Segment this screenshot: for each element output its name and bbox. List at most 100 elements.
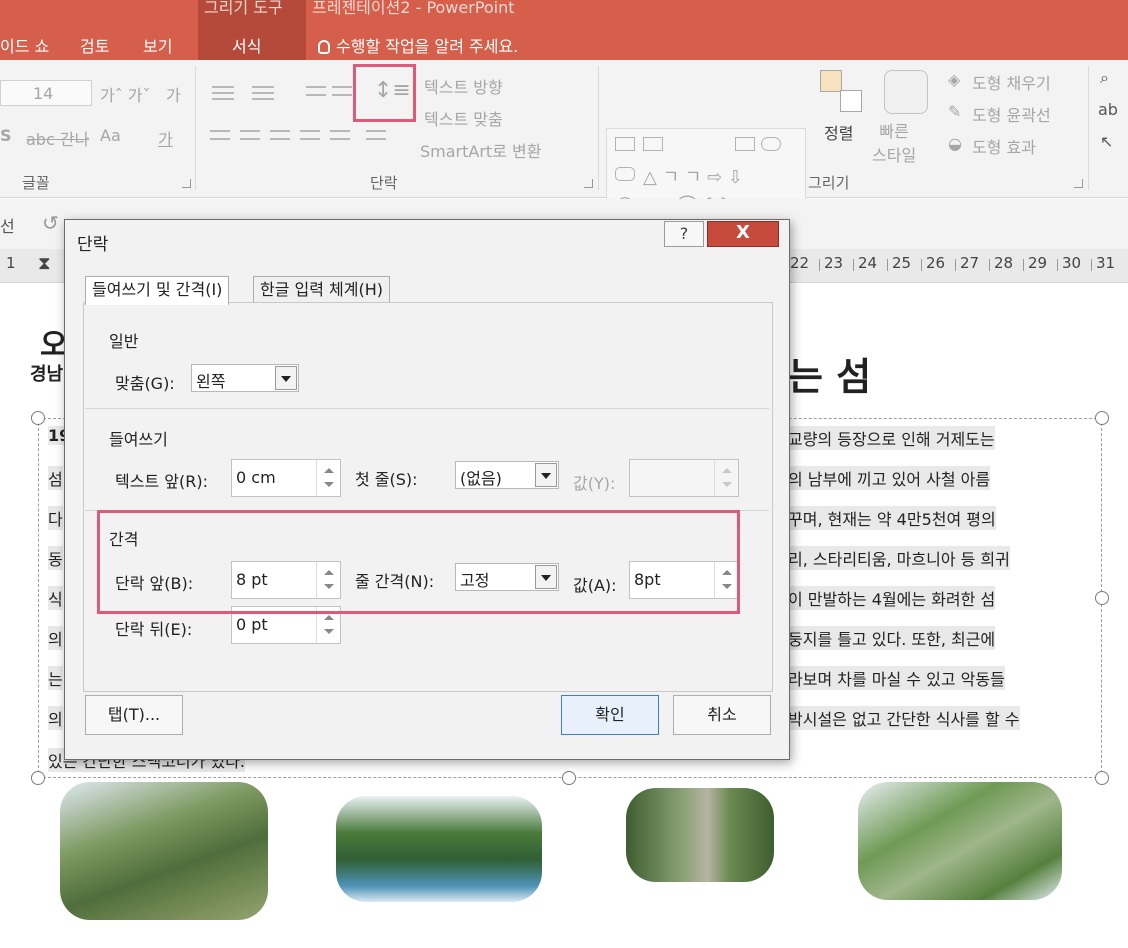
spacing-after-label: 단락 뒤(E): — [115, 620, 193, 639]
body-line: 꾸며, 현재는 약 4만5천여 평의 — [788, 506, 996, 530]
rounded-rect-shape-icon[interactable] — [615, 167, 635, 181]
indent-marker-icon[interactable]: ⧗ — [38, 253, 51, 274]
spinner-arrows-icon[interactable] — [316, 460, 340, 496]
oval-shape-icon[interactable] — [761, 137, 781, 151]
before-text-value: 0 cm — [236, 468, 276, 487]
group-separator — [195, 66, 196, 190]
tab-format[interactable]: 서식 — [232, 33, 261, 57]
island-photo — [336, 796, 542, 902]
resize-handle[interactable] — [562, 771, 576, 785]
body-left-fragment: 다 — [48, 506, 63, 530]
lightbulb-icon — [318, 40, 330, 54]
body-left-fragment: 식 — [48, 586, 63, 610]
resize-handle[interactable] — [31, 411, 45, 425]
resize-handle[interactable] — [1095, 771, 1109, 785]
close-button[interactable]: X — [707, 221, 779, 247]
alignment-value: 왼쪽 — [196, 372, 226, 391]
ruler-number: 26 — [926, 254, 946, 272]
ruler-number: 30 — [1062, 254, 1082, 272]
before-text-spinner[interactable]: 0 cm — [231, 459, 341, 497]
before-text-label: 텍스트 앞(R): — [115, 472, 208, 491]
cancel-button[interactable]: 취소 — [673, 695, 771, 735]
ruler-tick — [853, 259, 854, 271]
ruler-tick — [1057, 259, 1058, 271]
body-left-fragment: 섬 — [48, 466, 63, 490]
by-label: 값(Y): — [573, 474, 616, 493]
chevron-down-icon[interactable] — [535, 463, 557, 487]
island-photo — [60, 782, 268, 920]
text-direction-button[interactable]: 텍스트 방향 — [424, 74, 503, 98]
garden-stairs-photo — [626, 788, 774, 882]
qat-left-text: 선 — [0, 217, 15, 236]
triangle-shape-icon[interactable]: △ ㄱ ㄱ ⇨ ⇩ — [643, 163, 743, 189]
title-bar: 그리기 도구 프레젠테이션2 - PowerPoint 이드 쇼 검토 보기 서… — [0, 0, 1128, 60]
vertical-textbox-shape-icon[interactable] — [643, 137, 663, 151]
pencil-icon: ✎ — [948, 102, 962, 121]
quick-styles-button[interactable]: 빠른 스타일 — [872, 120, 916, 168]
drawing-launcher-icon[interactable] — [1074, 179, 1083, 188]
ruler-tick — [921, 259, 922, 271]
font-group-label: 글꼴 — [22, 174, 50, 192]
quick-styles-icon — [884, 70, 928, 114]
alignment-select[interactable]: 왼쪽 — [191, 364, 299, 392]
ribbon: 14 가ˆ 가ˇ 가 S abc 간나 Aa 가 글꼴 ↕≡ 텍스트 방향 텍스… — [0, 60, 1128, 222]
rectangle-shape-icon[interactable] — [735, 137, 755, 151]
resize-handle[interactable] — [1095, 411, 1109, 425]
help-icon: ? — [679, 224, 689, 243]
tab-view[interactable]: 보기 — [143, 33, 172, 57]
replace-icon[interactable]: ab — [1098, 100, 1118, 119]
select-icon[interactable]: ↖ — [1100, 132, 1113, 151]
shape-effects-button[interactable]: 도형 효과 — [972, 134, 1036, 158]
body-line: 이 만발하는 4월에는 화려한 섬 — [788, 586, 996, 610]
tell-me-box[interactable]: 수행할 작업을 알려 주세요. — [318, 33, 518, 57]
paragraph-dialog: 단락 ? X 들여쓰기 및 간격(I) 한글 입력 체계(H) 일반 맞춤(G)… — [64, 219, 790, 760]
tab-label: 한글 입력 체계(H) — [260, 280, 384, 299]
body-line: 박시설은 없고 간단한 식사를 할 수 — [788, 706, 1020, 730]
textbox-shape-icon[interactable] — [615, 137, 635, 151]
group-separator — [598, 66, 599, 190]
ok-button[interactable]: 확인 — [561, 695, 659, 735]
chevron-down-icon[interactable] — [275, 366, 297, 390]
grow-font-icon[interactable]: 가ˆ 가ˇ — [100, 82, 151, 106]
shape-fill-button[interactable]: 도형 채우기 — [972, 70, 1051, 94]
ruler-tick — [819, 259, 820, 271]
tab-indents-spacing[interactable]: 들여쓰기 및 간격(I) — [85, 276, 230, 305]
font-launcher-icon[interactable] — [182, 179, 191, 188]
align-text-button[interactable]: 텍스트 맞춤 — [424, 106, 503, 130]
font-size-value: 14 — [33, 84, 54, 103]
body-line: 둥지를 틀고 있다. 또한, 최근에 — [788, 626, 996, 650]
slide-subtitle-fragment: 경남 — [30, 364, 64, 385]
paragraph-launcher-icon[interactable] — [584, 179, 593, 188]
shadow-icon[interactable]: S — [0, 126, 12, 145]
tab-review[interactable]: 검토 — [80, 33, 109, 57]
tab-asian-typography[interactable]: 한글 입력 체계(H) — [253, 276, 391, 304]
help-button[interactable]: ? — [664, 221, 704, 247]
resize-handle[interactable] — [1095, 591, 1109, 605]
undo-icon[interactable]: ↺ — [42, 211, 59, 235]
contextual-tools-label: 그리기 도구 — [204, 0, 283, 17]
convert-smartart-button[interactable]: SmartArt로 변환 — [420, 138, 541, 162]
change-case-icon[interactable]: Aa — [100, 126, 121, 145]
effects-icon: ◒ — [948, 134, 962, 153]
clear-format-icon[interactable]: 가 — [166, 82, 181, 106]
ruler-tick — [887, 259, 888, 271]
strikethrough-icon[interactable]: abc 간나 — [26, 126, 89, 150]
tab-slideshow[interactable]: 이드 쇼 — [0, 33, 49, 57]
by-spinner — [629, 459, 739, 497]
ruler-number: 1 — [6, 254, 16, 272]
ruler-number: 24 — [858, 254, 878, 272]
shape-outline-button[interactable]: 도형 윤곽선 — [972, 102, 1051, 126]
paint-bucket-icon: ◈ — [948, 70, 961, 89]
resize-handle[interactable] — [31, 771, 45, 785]
font-color-icon[interactable]: 가 — [158, 126, 173, 150]
tabs-button[interactable]: 탭(T)... — [85, 695, 183, 735]
font-size-box[interactable]: 14 — [0, 80, 92, 106]
spacing-after-value: 0 pt — [236, 615, 268, 634]
first-line-value: (없음) — [460, 469, 502, 488]
first-line-select[interactable]: (없음) — [455, 461, 559, 489]
line-spacing-highlight — [353, 64, 416, 122]
find-icon[interactable]: ⌕ — [1100, 68, 1109, 88]
arrange-icon-back — [840, 90, 862, 112]
ruler-tick — [1091, 259, 1092, 271]
arrange-button[interactable]: 정렬 — [824, 120, 853, 144]
